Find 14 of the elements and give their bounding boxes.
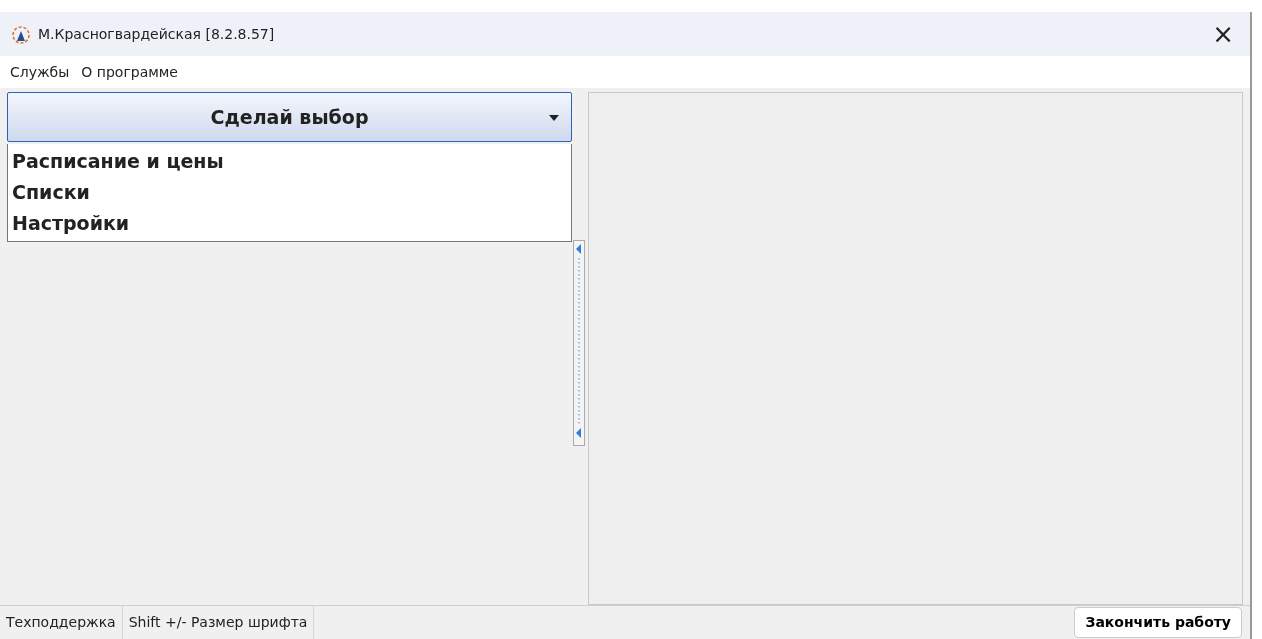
menu-item[interactable]: О программе: [75, 61, 184, 83]
exit-button[interactable]: Закончить работу: [1074, 607, 1242, 638]
caret-icon: [549, 115, 559, 121]
dropdown-button[interactable]: Сделай выбор: [7, 92, 572, 142]
status-text: Shift +/- Размер шрифта: [122, 606, 315, 639]
dropdown-option[interactable]: Расписание и цены: [12, 146, 567, 177]
dropdown-option[interactable]: Списки: [12, 177, 567, 208]
window-title: М.Красногвардейская [8.2.8.57]: [38, 24, 275, 44]
status-text: Техподдержка: [0, 606, 123, 639]
dropdown-option[interactable]: Настройки: [12, 208, 567, 239]
menu-item[interactable]: Службы: [4, 61, 76, 83]
app-logo-icon: [12, 25, 30, 44]
splitter-handle-icon[interactable]: [573, 240, 585, 446]
close-button[interactable]: ×: [1208, 21, 1238, 47]
